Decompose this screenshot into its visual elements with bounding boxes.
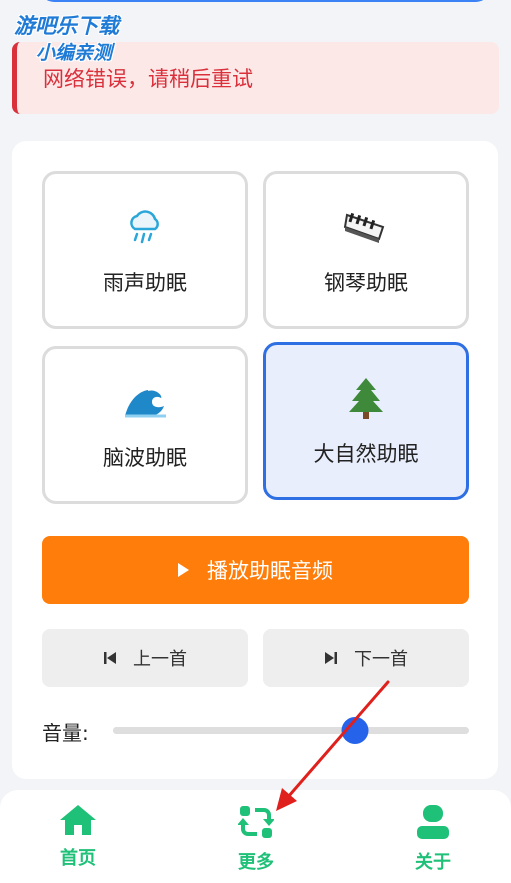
volume-slider-fill <box>113 727 356 734</box>
tab-home[interactable]: 首页 <box>18 804 138 870</box>
tile-piano-sleep[interactable]: 钢琴助眠 <box>263 171 469 329</box>
next-track-label: 下一首 <box>354 649 408 670</box>
tab-about-label: 关于 <box>415 852 451 873</box>
tab-home-label: 首页 <box>60 848 96 869</box>
tile-label: 雨声助眠 <box>103 271 187 295</box>
wave-icon <box>121 378 169 426</box>
tab-about[interactable]: 关于 <box>373 804 493 874</box>
top-container-edge <box>40 0 490 2</box>
tab-more-label: 更多 <box>238 852 274 873</box>
volume-slider[interactable] <box>113 717 469 744</box>
tile-nature-sleep[interactable]: 大自然助眠 <box>263 342 469 500</box>
tile-label: 脑波助眠 <box>103 446 187 470</box>
volume-label: 音量: <box>42 721 89 745</box>
sleep-sound-card: 雨声助眠 钢琴助眠 脑波助眠 大自然助眠 播放助眠音频 上一首 下一首 音量: <box>12 141 498 779</box>
tile-rain-sleep[interactable]: 雨声助眠 <box>42 171 248 329</box>
watermark-line1: 游吧乐下载 <box>14 14 119 38</box>
tree-icon <box>342 374 390 422</box>
volume-slider-thumb[interactable] <box>341 717 369 744</box>
watermark: 游吧乐下载 小编亲测 <box>14 10 154 65</box>
tile-label: 钢琴助眠 <box>324 271 408 295</box>
tab-more[interactable]: 更多 <box>196 804 316 874</box>
piano-icon <box>342 203 390 251</box>
watermark-line2: 小编亲测 <box>36 42 113 64</box>
error-message: 网络错误，请稍后重试 <box>43 67 253 91</box>
bottom-nav: 首页 更多 关于 <box>0 790 511 883</box>
skip-next-icon <box>325 652 337 664</box>
previous-track-label: 上一首 <box>133 649 187 670</box>
home-icon <box>60 805 96 835</box>
play-sleep-audio-button[interactable]: 播放助眠音频 <box>42 536 469 604</box>
next-track-button[interactable]: 下一首 <box>263 629 469 687</box>
skip-previous-icon <box>104 652 116 664</box>
user-icon <box>417 805 449 839</box>
refresh-icon <box>238 806 274 838</box>
play-button-label: 播放助眠音频 <box>207 559 333 583</box>
rain-cloud-icon <box>121 203 169 251</box>
play-icon <box>178 563 189 577</box>
tile-brainwave-sleep[interactable]: 脑波助眠 <box>42 346 248 504</box>
tile-label: 大自然助眠 <box>313 442 419 466</box>
previous-track-button[interactable]: 上一首 <box>42 629 248 687</box>
